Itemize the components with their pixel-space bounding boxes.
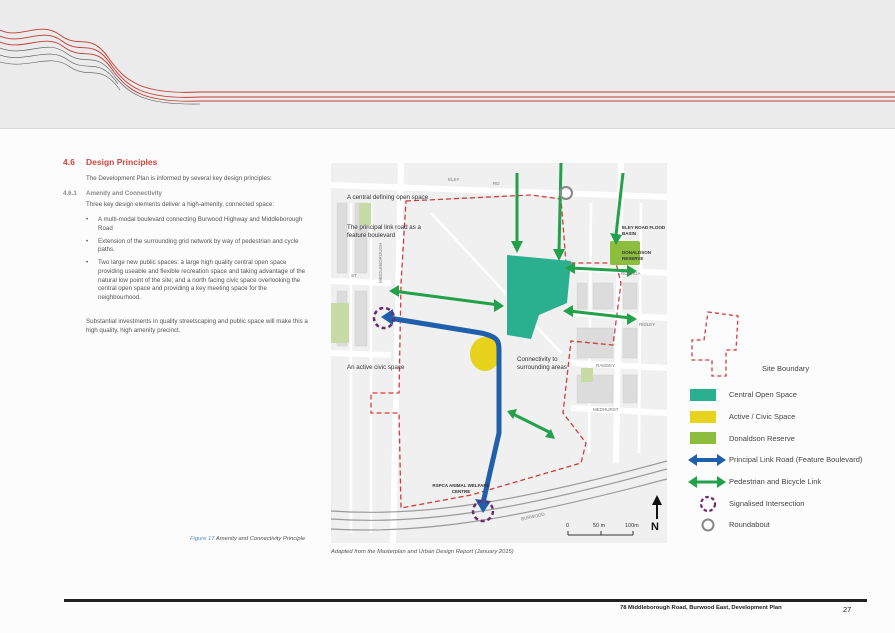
legend-label: Principal Link Road (Feature Boulevard)	[729, 455, 863, 464]
north-label: N	[651, 521, 659, 533]
street-eley: ELEY	[448, 177, 460, 182]
map-graphic	[331, 163, 667, 543]
figure-label: Figure 17	[190, 536, 215, 542]
page-number: 27	[843, 605, 852, 614]
green-double-arrow-icon	[688, 475, 726, 489]
blue-double-arrow-icon	[688, 453, 726, 467]
scale-100: 100m	[625, 523, 639, 529]
place-donaldson: DONALDSON RESERVE	[622, 250, 651, 261]
figure-caption-text: Amenity and Connectivity Principle	[215, 536, 306, 542]
street-ramsey: RAMSEY	[596, 363, 616, 368]
dashed-outline-icon	[690, 310, 742, 378]
street-rd: RD	[493, 181, 500, 186]
teal-swatch-icon	[690, 389, 716, 401]
list-item: Two large new public spaces: a large hig…	[86, 259, 311, 302]
legend-label: Pedestrian and Bicycle Link	[729, 477, 822, 486]
legend-label: Roundabout	[729, 520, 770, 529]
legend-label: Active / Civic Space	[729, 412, 796, 421]
legend-label: Signalised Intersection	[729, 499, 805, 508]
footer-title: 78 Middleborough Road, Burwood East, Dev…	[620, 605, 782, 611]
subsection-number: 4.6.1	[63, 190, 77, 197]
annotation-connectivity: Connectivity to surrounding areas	[517, 356, 567, 371]
street-medhurst: MEDHURST	[593, 407, 619, 412]
dashed-circle-icon	[699, 495, 717, 513]
street-ridley: RIDLEY	[639, 322, 656, 327]
street-middleborough: MIDDLEBOROUGH	[378, 242, 383, 283]
annotation-link-road: The principal link road as a feature bou…	[347, 224, 421, 239]
list-item: Extension of the surrounding grid networ…	[86, 238, 311, 255]
annotation-civic-space: An active civic space	[347, 364, 405, 371]
subsection-body: Three key design elements deliver a high…	[86, 201, 275, 208]
subsection-title: Amenity and Connectivity	[86, 190, 162, 197]
section-intro: The Development Plan is informed by seve…	[86, 175, 272, 182]
bullet-list: A multi-modal boulevard connecting Burwo…	[86, 216, 311, 307]
closing-paragraph: Substantial investments in quality stree…	[86, 318, 308, 334]
street-st: ST	[351, 273, 357, 278]
legend-label: Site Boundary	[762, 364, 810, 373]
circle-icon	[701, 518, 715, 532]
site-map: A central defining open space The princi…	[331, 163, 667, 543]
scale-50: 50 m	[593, 523, 606, 529]
legend-label: Central Open Space	[729, 390, 797, 399]
yellow-swatch-icon	[690, 411, 716, 423]
section-title: Design Principles	[86, 157, 158, 167]
header-band	[0, 0, 895, 129]
place-rspca: RSPCA ANIMAL WELFARE CENTRE	[432, 483, 490, 494]
scale-0: 0	[566, 523, 570, 529]
annotation-central-space: A central defining open space	[347, 194, 429, 201]
section-number: 4.6	[63, 157, 75, 167]
list-item: A multi-modal boulevard connecting Burwo…	[86, 216, 311, 233]
green-swatch-icon	[690, 432, 716, 444]
street-rochda: ROCHDA	[621, 271, 641, 276]
place-flood-basin: ELEY ROAD FLOOD BASIN	[622, 225, 666, 236]
figure-source: Adapted from the Masterplan and Urban De…	[331, 549, 514, 555]
figure-caption: Figure 17 Amenity and Connectivity Princ…	[190, 536, 305, 542]
footer-rule	[64, 599, 867, 602]
contour-lines-decoration	[0, 28, 895, 105]
legend-label: Donaldson Reserve	[729, 434, 795, 443]
